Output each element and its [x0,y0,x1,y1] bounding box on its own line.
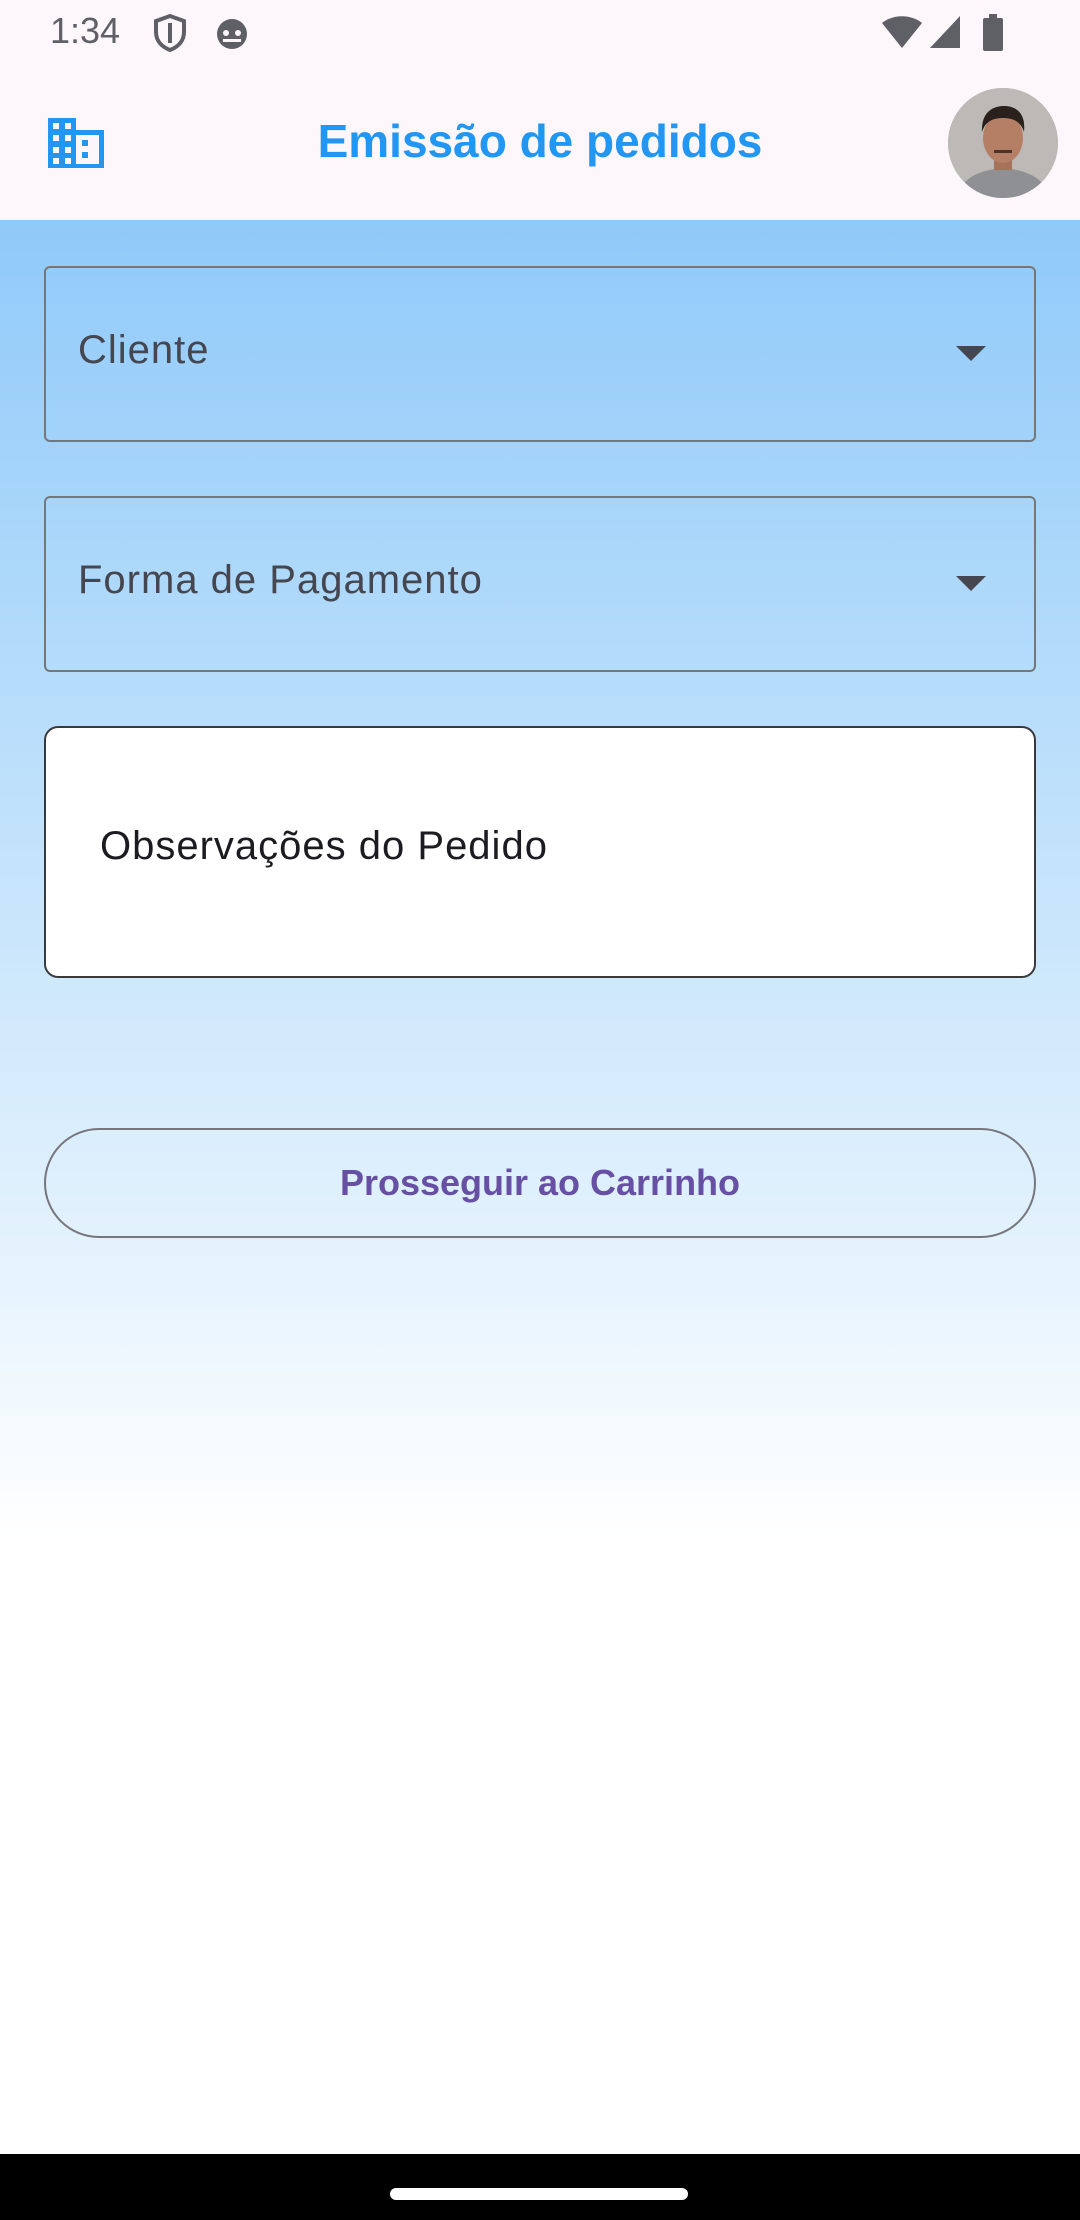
status-time: 1:34 [50,10,121,51]
form-area: Cliente Forma de Pagamento Observações d… [0,220,1080,2154]
avatar[interactable] [948,88,1058,198]
forma-pagamento-dropdown[interactable]: Forma de Pagamento [44,496,1036,672]
dropdown-arrow-icon [956,346,986,361]
page-title: Emissão de pedidos [317,115,763,167]
observacoes-label: Observações do Pedido [100,824,548,868]
android-debug-icon [213,14,251,57]
status-bar: 1:34 [0,0,1080,66]
battery-icon [982,14,1004,57]
app-bar: Emissão de pedidos [0,66,1080,220]
wifi-icon [880,14,924,55]
shield-icon [152,13,188,57]
cell-signal-icon [928,14,962,55]
cliente-label: Cliente [78,328,210,372]
forma-pagamento-label: Forma de Pagamento [78,558,483,602]
navigation-bar [0,2154,1080,2220]
home-handle[interactable] [390,2188,688,2200]
prosseguir-carrinho-button[interactable]: Prosseguir ao Carrinho [44,1128,1036,1238]
dropdown-arrow-icon [956,576,986,591]
observacoes-field[interactable]: Observações do Pedido [44,726,1036,978]
cliente-dropdown[interactable]: Cliente [44,266,1036,442]
